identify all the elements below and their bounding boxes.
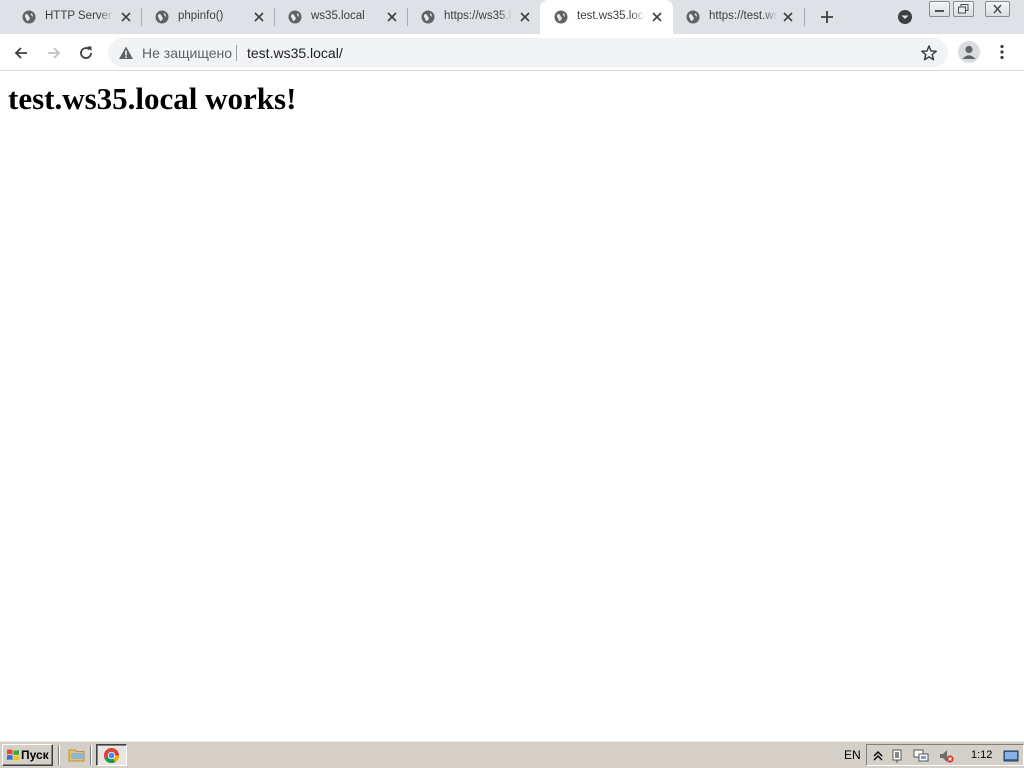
taskbar-separator <box>58 745 60 765</box>
tab-search-button[interactable] <box>897 9 913 25</box>
taskbar-chrome-button[interactable] <box>96 744 127 766</box>
three-dots-vertical-icon[interactable] <box>993 43 1011 61</box>
restore-icon <box>958 4 969 14</box>
tab-title: https://ws35.local <box>444 10 512 22</box>
chrome-icon <box>103 747 120 764</box>
globe-icon <box>686 10 700 24</box>
url-text[interactable]: test.ws35.local/ <box>247 45 343 61</box>
tab-title: ws35.local <box>311 10 365 22</box>
start-button[interactable]: Пуск <box>2 744 53 766</box>
windows-flag-icon <box>7 749 19 761</box>
folder-icon[interactable] <box>68 746 86 764</box>
globe-icon <box>155 10 169 24</box>
minimize-icon <box>935 10 944 12</box>
page-heading: test.ws35.local works! <box>8 81 297 116</box>
tab-title: https://test.ws35.local <box>709 10 777 22</box>
profile-button[interactable] <box>958 41 980 63</box>
forward-button[interactable] <box>42 41 66 65</box>
close-icon[interactable] <box>118 9 134 25</box>
taskbar-separator <box>90 745 92 765</box>
close-icon[interactable] <box>517 9 533 25</box>
close-window-button[interactable] <box>985 1 1010 17</box>
new-tab-button[interactable] <box>816 6 838 28</box>
close-icon[interactable] <box>649 9 665 25</box>
network-plug-icon[interactable] <box>890 748 906 764</box>
volume-muted-icon[interactable] <box>938 748 954 764</box>
close-icon[interactable] <box>251 9 267 25</box>
back-button[interactable] <box>9 41 33 65</box>
close-icon <box>993 4 1002 14</box>
tab-http-server-test[interactable]: HTTP Server Test <box>8 0 141 34</box>
clock[interactable]: 1:12 <box>971 749 992 761</box>
tab-title: HTTP Server Test <box>45 10 113 22</box>
person-icon <box>962 45 976 59</box>
globe-icon <box>288 10 302 24</box>
tab-strip: HTTP Server Test phpinfo() ws35.local ht… <box>0 0 1024 34</box>
tab-title: test.ws35.local <box>577 10 645 22</box>
close-icon[interactable] <box>384 9 400 25</box>
tab-title: phpinfo() <box>178 10 224 22</box>
close-icon[interactable] <box>780 9 796 25</box>
page-viewport: test.ws35.local works! <box>0 72 1024 740</box>
taskbar: Пуск EN 1:12 <box>0 740 1024 768</box>
tab-separator <box>804 8 805 26</box>
network-computers-icon[interactable] <box>913 748 929 764</box>
globe-icon <box>22 10 36 24</box>
restore-button[interactable] <box>953 1 974 17</box>
language-indicator[interactable]: EN <box>844 748 861 762</box>
system-tray: 1:12 <box>866 744 1024 766</box>
tab-test-ws35-local[interactable]: test.ws35.local <box>540 0 673 34</box>
warning-triangle-icon[interactable] <box>118 45 134 61</box>
plus-icon <box>821 11 833 23</box>
arrow-left-icon <box>14 47 27 59</box>
tab-https-ws35-local[interactable]: https://ws35.local <box>407 0 540 34</box>
globe-icon <box>554 10 568 24</box>
globe-icon <box>421 10 435 24</box>
browser-toolbar: Не защищено test.ws35.local/ <box>0 34 1024 71</box>
reload-icon <box>80 46 92 59</box>
chevron-up-icon[interactable] <box>870 748 886 764</box>
address-divider <box>236 45 237 61</box>
tab-ws35-local[interactable]: ws35.local <box>274 0 407 34</box>
star-icon[interactable] <box>920 44 938 62</box>
arrow-right-icon <box>48 47 61 59</box>
start-label: Пуск <box>21 748 49 762</box>
reload-button[interactable] <box>74 41 98 65</box>
tab-https-test-ws35-local[interactable]: https://test.ws35.local <box>672 0 805 34</box>
tab-phpinfo[interactable]: phpinfo() <box>141 0 274 34</box>
address-bar[interactable]: Не защищено test.ws35.local/ <box>108 38 948 67</box>
minimize-button[interactable] <box>929 1 950 17</box>
security-status-text[interactable]: Не защищено <box>142 45 232 61</box>
show-desktop-icon[interactable] <box>1003 748 1019 764</box>
